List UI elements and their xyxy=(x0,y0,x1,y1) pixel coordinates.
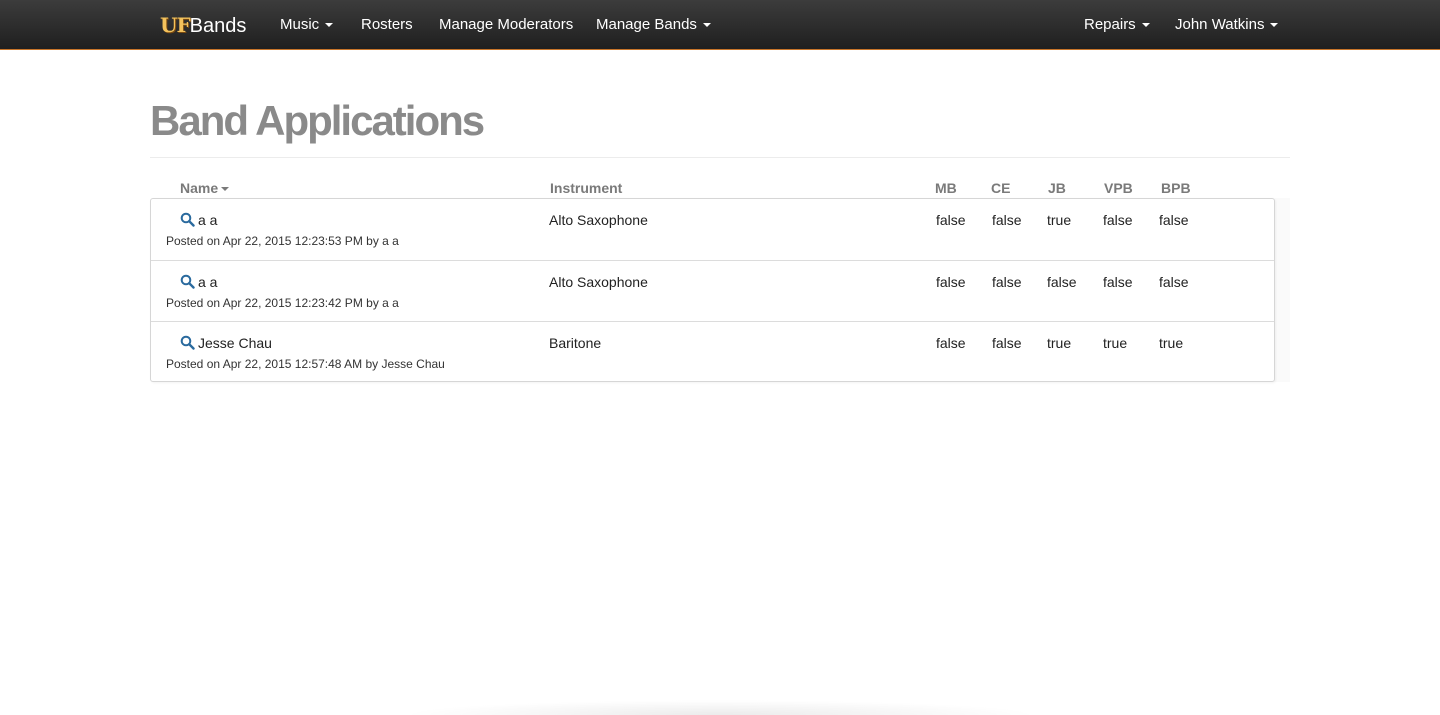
posted-info: Posted on Apr 22, 2015 12:23:42 PM by a … xyxy=(166,296,399,310)
posted-info: Posted on Apr 22, 2015 12:57:48 AM by Je… xyxy=(166,357,445,371)
bpb-cell: false xyxy=(1159,212,1189,228)
brand-bands: Bands xyxy=(189,15,247,37)
nav-music-dropdown[interactable]: Music xyxy=(280,16,334,34)
page-title: Band Applications xyxy=(150,97,485,144)
brand-logo[interactable]: UFBands xyxy=(160,14,246,37)
applicant-name: a a xyxy=(198,212,218,228)
search-icon xyxy=(180,212,195,227)
applications-table: a a Posted on Apr 22, 2015 12:23:53 PM b… xyxy=(150,198,1275,382)
vpb-cell: false xyxy=(1103,212,1133,228)
bpb-cell: true xyxy=(1159,335,1184,351)
ce-cell: false xyxy=(992,335,1022,351)
vpb-cell: false xyxy=(1103,274,1133,290)
mb-cell: false xyxy=(936,274,966,290)
brand-uf: UF xyxy=(160,13,191,37)
applicant-name-link[interactable]: a a xyxy=(180,274,217,291)
bottom-shadow xyxy=(400,700,1040,715)
column-header-jb[interactable]: JB xyxy=(1048,180,1066,196)
mb-cell: false xyxy=(936,335,966,351)
table-panel-edge xyxy=(1274,198,1290,382)
posted-info: Posted on Apr 22, 2015 12:23:53 PM by a … xyxy=(166,234,399,248)
search-icon xyxy=(180,274,195,289)
nav-manage-moderators-label: Manage Moderators xyxy=(439,16,574,33)
nav-manage-bands-dropdown[interactable]: Manage Bands xyxy=(596,16,711,34)
column-header-bpb[interactable]: BPB xyxy=(1161,180,1191,196)
caret-down-icon xyxy=(325,23,334,28)
column-header-name[interactable]: Name xyxy=(180,180,230,196)
nav-repairs-label: Repairs xyxy=(1084,16,1136,33)
instrument-cell: Alto Saxophone xyxy=(549,212,648,228)
caret-down-icon xyxy=(702,23,711,28)
column-header-instrument[interactable]: Instrument xyxy=(550,180,622,196)
search-icon xyxy=(180,335,195,350)
top-navbar: UFBands Music Rosters Manage Moderators … xyxy=(0,0,1440,50)
ce-cell: false xyxy=(992,212,1022,228)
nav-user-label: John Watkins xyxy=(1175,16,1265,33)
caret-down-icon xyxy=(1270,23,1279,28)
title-divider xyxy=(150,157,1290,158)
mb-cell: false xyxy=(936,212,966,228)
nav-manage-bands-label: Manage Bands xyxy=(596,16,697,33)
table-row: a a Posted on Apr 22, 2015 12:23:53 PM b… xyxy=(151,199,1274,260)
ce-cell: false xyxy=(992,274,1022,290)
caret-down-icon xyxy=(221,187,230,192)
applicant-name-link[interactable]: Jesse Chau xyxy=(180,335,272,352)
nav-rosters-label: Rosters xyxy=(361,16,413,33)
instrument-cell: Baritone xyxy=(549,335,602,351)
jb-cell: false xyxy=(1047,274,1077,290)
applicant-name: Jesse Chau xyxy=(198,335,272,351)
column-header-mb[interactable]: MB xyxy=(935,180,957,196)
bpb-cell: false xyxy=(1159,274,1189,290)
nav-rosters-link[interactable]: Rosters xyxy=(361,16,413,34)
table-row: Jesse Chau Posted on Apr 22, 2015 12:57:… xyxy=(151,321,1274,382)
instrument-cell: Alto Saxophone xyxy=(549,274,648,290)
nav-repairs-dropdown[interactable]: Repairs xyxy=(1084,16,1150,34)
vpb-cell: true xyxy=(1103,335,1128,351)
applicant-name: a a xyxy=(198,274,218,290)
nav-user-dropdown[interactable]: John Watkins xyxy=(1175,16,1279,34)
jb-cell: true xyxy=(1047,212,1072,228)
nav-manage-moderators-link[interactable]: Manage Moderators xyxy=(439,16,573,34)
applicant-name-link[interactable]: a a xyxy=(180,212,217,229)
column-header-name-label: Name xyxy=(180,180,219,196)
nav-music-label: Music xyxy=(280,16,320,33)
caret-down-icon xyxy=(1141,23,1150,28)
jb-cell: true xyxy=(1047,335,1072,351)
table-row: a a Posted on Apr 22, 2015 12:23:42 PM b… xyxy=(151,260,1274,321)
column-header-ce[interactable]: CE xyxy=(991,180,1010,196)
column-header-vpb[interactable]: VPB xyxy=(1104,180,1133,196)
